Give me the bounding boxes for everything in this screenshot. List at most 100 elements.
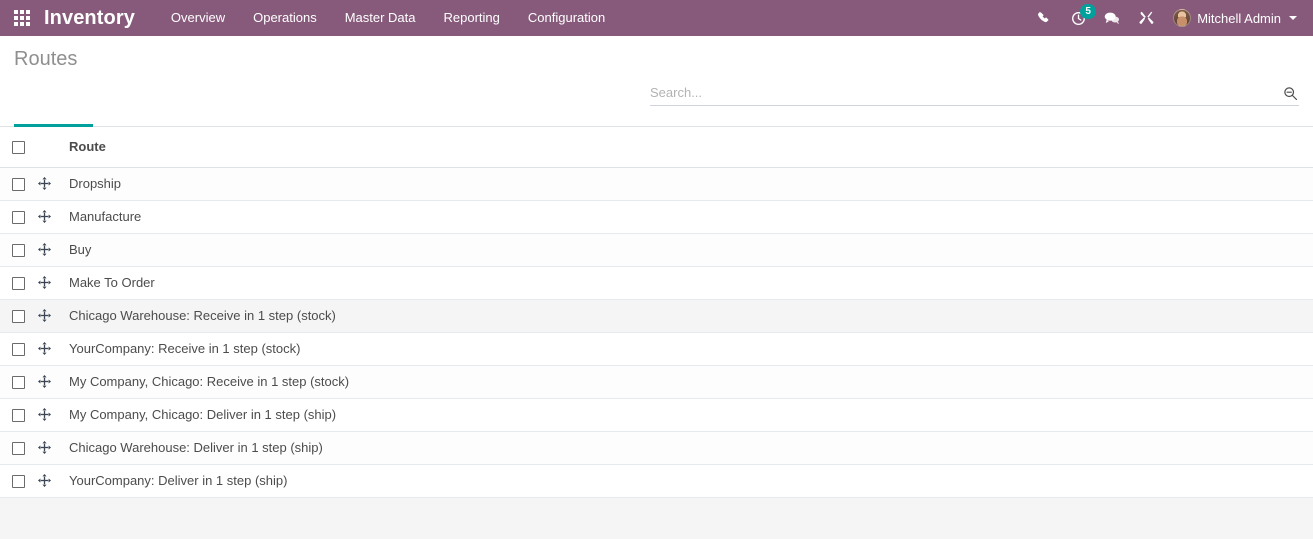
list-empty-area (0, 497, 1313, 539)
route-name-label: Make To Order (69, 275, 155, 290)
page-title: Routes (14, 48, 78, 70)
user-name-label: Mitchell Admin (1197, 10, 1281, 26)
tools-icon[interactable] (1129, 0, 1163, 36)
route-name-cell[interactable]: YourCompany: Receive in 1 step (stock) (62, 332, 1313, 366)
table-row[interactable]: YourCompany: Deliver in 1 step (ship) (0, 464, 1313, 498)
select-all-checkbox[interactable] (12, 141, 25, 155)
row-checkbox[interactable] (12, 244, 25, 258)
row-checkbox[interactable] (12, 211, 25, 225)
row-handle-cell (36, 266, 62, 300)
menu-item-master-data[interactable]: Master Data (331, 0, 430, 36)
route-name-cell[interactable]: Make To Order (62, 266, 1313, 300)
row-select-cell (0, 167, 36, 201)
drag-handle-icon[interactable] (36, 374, 52, 390)
route-name-cell[interactable]: Chicago Warehouse: Deliver in 1 step (sh… (62, 431, 1313, 465)
table-row[interactable]: Chicago Warehouse: Deliver in 1 step (sh… (0, 431, 1313, 465)
table-row[interactable]: My Company, Chicago: Receive in 1 step (… (0, 365, 1313, 399)
activity-counter-badge: 5 (1080, 4, 1097, 19)
row-select-cell (0, 398, 36, 432)
drag-handle-icon[interactable] (36, 209, 52, 225)
row-select-cell (0, 464, 36, 498)
row-select-cell (0, 200, 36, 234)
drag-handle-icon[interactable] (36, 341, 52, 357)
menu-item-reporting[interactable]: Reporting (430, 0, 514, 36)
select-all-header (0, 127, 36, 168)
route-name-cell[interactable]: My Company, Chicago: Deliver in 1 step (… (62, 398, 1313, 432)
column-header-route[interactable]: Route (62, 127, 1313, 168)
drag-handle-icon[interactable] (36, 242, 52, 258)
user-menu[interactable]: Mitchell Admin (1163, 0, 1303, 36)
row-checkbox[interactable] (12, 343, 25, 357)
table-row[interactable]: YourCompany: Receive in 1 step (stock) (0, 332, 1313, 366)
search-icon[interactable] (1281, 84, 1299, 102)
route-name-cell[interactable]: Chicago Warehouse: Receive in 1 step (st… (62, 299, 1313, 333)
route-name-label: YourCompany: Deliver in 1 step (ship) (69, 473, 288, 488)
row-handle-cell (36, 365, 62, 399)
row-handle-cell (36, 398, 62, 432)
list-view: Route Dropship Manufacture Buy Make To Orde… (0, 127, 1313, 539)
table-header-row: Route (0, 127, 1313, 168)
activity-clock-icon[interactable]: 5 (1061, 0, 1097, 36)
route-name-cell[interactable]: YourCompany: Deliver in 1 step (ship) (62, 464, 1313, 498)
messages-icon[interactable] (1095, 0, 1129, 36)
drag-handle-icon[interactable] (36, 275, 52, 291)
table-row[interactable]: Buy (0, 233, 1313, 267)
chevron-down-icon (1289, 16, 1297, 20)
apps-grid-icon (14, 10, 30, 26)
menu-item-configuration[interactable]: Configuration (514, 0, 619, 36)
row-select-cell (0, 299, 36, 333)
menu-item-overview[interactable]: Overview (157, 0, 239, 36)
route-name-label: Manufacture (69, 209, 142, 224)
row-checkbox[interactable] (12, 310, 25, 324)
drag-handle-icon[interactable] (36, 308, 52, 324)
top-navbar: Inventory Overview Operations Master Dat… (0, 0, 1313, 36)
navbar-systray: 5 Mitchell Admin (1027, 0, 1313, 36)
app-brand-title[interactable]: Inventory (44, 0, 157, 36)
main-menu: Overview Operations Master Data Reportin… (157, 0, 619, 36)
row-handle-cell (36, 431, 62, 465)
row-checkbox[interactable] (12, 475, 25, 489)
row-select-cell (0, 365, 36, 399)
route-name-label: YourCompany: Receive in 1 step (stock) (69, 341, 301, 356)
row-handle-cell (36, 332, 62, 366)
table-row[interactable]: Dropship (0, 167, 1313, 201)
route-name-label: Dropship (69, 176, 122, 191)
control-panel-top-row: Routes (14, 36, 1299, 79)
phone-icon[interactable] (1027, 0, 1061, 36)
drag-handle-icon[interactable] (36, 407, 52, 423)
route-name-cell[interactable]: Manufacture (62, 200, 1313, 234)
search-bar (650, 84, 1299, 106)
row-select-cell (0, 332, 36, 366)
route-name-cell[interactable]: Buy (62, 233, 1313, 267)
route-name-cell[interactable]: My Company, Chicago: Receive in 1 step (… (62, 365, 1313, 399)
route-name-label: My Company, Chicago: Receive in 1 step (… (69, 374, 350, 389)
drag-handle-icon[interactable] (36, 176, 52, 192)
table-head: Route (0, 127, 1313, 168)
search-input[interactable] (650, 84, 1281, 102)
control-panel: Routes CREATE IMPORT Filters (0, 36, 1313, 154)
table-row[interactable]: Manufacture (0, 200, 1313, 234)
row-checkbox[interactable] (12, 376, 25, 390)
route-name-cell[interactable]: Dropship (62, 167, 1313, 201)
table-row[interactable]: Chicago Warehouse: Receive in 1 step (st… (0, 299, 1313, 333)
table-row[interactable]: Make To Order (0, 266, 1313, 300)
row-handle-cell (36, 299, 62, 333)
avatar (1173, 9, 1192, 27)
apps-menu-button[interactable] (0, 0, 44, 36)
row-checkbox[interactable] (12, 178, 25, 192)
row-select-cell (0, 233, 36, 267)
drag-handle-icon[interactable] (36, 473, 52, 489)
table-row[interactable]: My Company, Chicago: Deliver in 1 step (… (0, 398, 1313, 432)
row-handle-cell (36, 464, 62, 498)
row-checkbox[interactable] (12, 442, 25, 456)
row-checkbox[interactable] (12, 409, 25, 423)
routes-table: Route Dropship Manufacture Buy Make To Orde… (0, 127, 1313, 498)
route-name-label: Chicago Warehouse: Receive in 1 step (st… (69, 308, 336, 323)
row-select-cell (0, 266, 36, 300)
drag-handle-icon[interactable] (36, 440, 52, 456)
row-checkbox[interactable] (12, 277, 25, 291)
route-name-label: Chicago Warehouse: Deliver in 1 step (sh… (69, 440, 323, 455)
route-name-label: Buy (69, 242, 92, 257)
row-handle-cell (36, 200, 62, 234)
menu-item-operations[interactable]: Operations (239, 0, 331, 36)
